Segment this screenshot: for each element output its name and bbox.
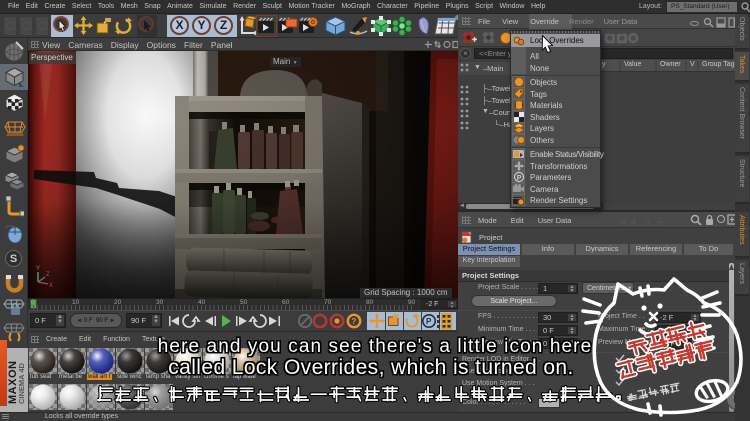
svg-text:Z: Z	[46, 272, 50, 278]
svg-text:P: P	[517, 175, 522, 182]
svg-text:Y: Y	[36, 266, 40, 272]
svg-text:?: ?	[351, 317, 356, 326]
svg-text:X: X	[49, 283, 53, 289]
svg-text:P: P	[426, 317, 432, 326]
svg-text:A: A	[644, 217, 652, 228]
